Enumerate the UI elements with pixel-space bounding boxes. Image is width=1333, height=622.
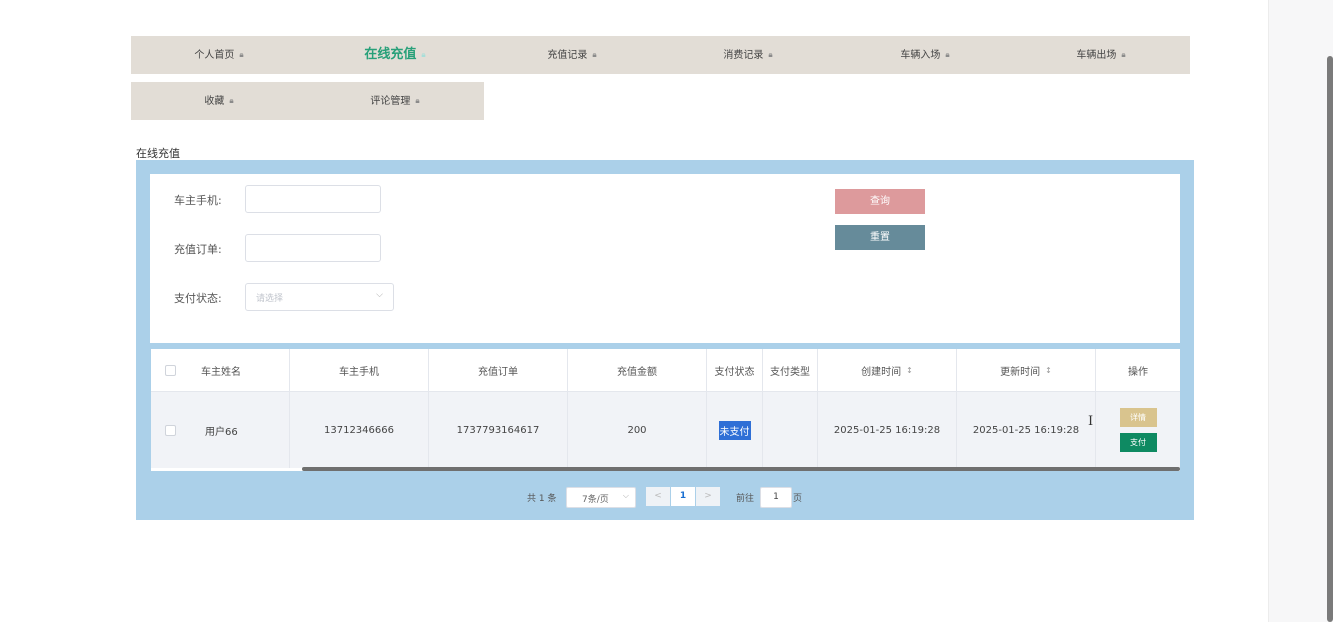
nav-item-label: 在线充值 bbox=[364, 47, 417, 62]
recharge-table: 车主姓名 车主手机 充值订单 充值金额 支付状态 支付类型 创建时间 ↕ 更新时间… bbox=[151, 349, 1180, 471]
payment-status-select[interactable]: 请选择 ⌵ bbox=[245, 283, 394, 311]
recharge-order-input[interactable] bbox=[245, 234, 381, 262]
cell-payment-type bbox=[763, 392, 818, 468]
nav-item-label: 评论管理 bbox=[370, 96, 411, 107]
top-nav-row-2: 收藏 🔒︎ 评论管理 🔒︎ bbox=[131, 82, 484, 120]
page-size-select[interactable]: 7条/页 ⌵ bbox=[566, 487, 636, 508]
select-all-checkbox[interactable] bbox=[164, 364, 176, 376]
lock-icon: 🔒︎ bbox=[945, 50, 950, 59]
col-header-payment-status: 支付状态 bbox=[707, 349, 763, 391]
reset-button[interactable]: 重置 bbox=[835, 225, 925, 250]
col-header-owner-phone: 车主手机 bbox=[290, 349, 429, 391]
chevron-down-icon: ⌵ bbox=[622, 491, 629, 500]
owner-phone-input[interactable] bbox=[245, 185, 381, 213]
cell-created-time: 2025-01-25 16:19:28 bbox=[818, 392, 957, 468]
row-select-cell bbox=[151, 392, 189, 468]
nav-item-label: 消费记录 bbox=[723, 50, 764, 61]
lock-icon: 🔒︎ bbox=[1121, 50, 1126, 59]
col-header-payment-type: 支付类型 bbox=[763, 349, 818, 391]
content-panel: 车主手机: 充值订单: 支付状态: 请选择 ⌵ 查询 重置 车主姓名 车主手机 … bbox=[136, 160, 1194, 520]
lock-icon: 🔒︎ bbox=[768, 50, 773, 59]
lock-icon: 🔒︎ bbox=[415, 96, 420, 105]
text-cursor-icon: I bbox=[1088, 414, 1094, 429]
col-header-recharge-order: 充值订单 bbox=[429, 349, 568, 391]
chevron-down-icon: ⌵ bbox=[376, 290, 383, 300]
prev-page-button[interactable]: < bbox=[646, 487, 670, 506]
cell-owner-phone: 13712346666 bbox=[290, 392, 429, 468]
nav-item-recharge-records[interactable]: 充值记录 🔒︎ bbox=[484, 36, 660, 74]
cell-recharge-amount: 200 bbox=[568, 392, 707, 468]
chevron-left-icon: < bbox=[654, 491, 662, 501]
detail-button[interactable]: 详情 bbox=[1119, 408, 1157, 427]
row-checkbox[interactable] bbox=[164, 424, 176, 436]
lock-icon: 🔒︎ bbox=[421, 50, 426, 59]
nav-item-home[interactable]: 个人首页 🔒︎ bbox=[131, 36, 307, 74]
nav-item-label: 车辆出场 bbox=[1076, 50, 1117, 61]
cell-owner-name: 用户66 bbox=[189, 392, 290, 468]
lock-icon: 🔒︎ bbox=[239, 50, 244, 59]
pagination-total: 共 1 条 bbox=[527, 494, 557, 504]
cell-payment-status: 未支付 bbox=[707, 392, 763, 468]
owner-phone-label: 车主手机: bbox=[174, 194, 222, 207]
select-all-cell bbox=[151, 349, 189, 391]
col-header-label: 更新时间 bbox=[1000, 366, 1041, 378]
nav-item-comment-management[interactable]: 评论管理 🔒︎ bbox=[307, 82, 483, 120]
payment-status-label: 支付状态: bbox=[174, 292, 222, 305]
col-header-label: 创建时间 bbox=[861, 366, 902, 378]
table-horizontal-scrollbar[interactable] bbox=[302, 467, 1180, 471]
col-header-recharge-amount: 充值金额 bbox=[568, 349, 707, 391]
search-button[interactable]: 查询 bbox=[835, 189, 925, 214]
nav-item-favorites[interactable]: 收藏 🔒︎ bbox=[131, 82, 307, 120]
search-form: 车主手机: 充值订单: 支付状态: 请选择 ⌵ 查询 重置 bbox=[150, 174, 1180, 343]
sort-icon[interactable]: ↕ bbox=[906, 366, 913, 375]
recharge-order-label: 充值订单: bbox=[174, 243, 222, 256]
nav-item-label: 车辆入场 bbox=[900, 50, 941, 61]
col-header-updated-time[interactable]: 更新时间 ↕ bbox=[957, 349, 1096, 391]
chevron-right-icon: > bbox=[704, 491, 712, 501]
status-badge: 未支付 bbox=[718, 420, 751, 440]
cell-updated-time: 2025-01-25 16:19:28 bbox=[957, 392, 1096, 468]
col-header-created-time[interactable]: 创建时间 ↕ bbox=[818, 349, 957, 391]
nav-item-consumption-records[interactable]: 消费记录 🔒︎ bbox=[660, 36, 836, 74]
window-scrollbar-thumb[interactable] bbox=[1327, 56, 1333, 622]
table-header: 车主姓名 车主手机 充值订单 充值金额 支付状态 支付类型 创建时间 ↕ 更新时间… bbox=[151, 349, 1180, 392]
goto-page-input[interactable]: 1 bbox=[760, 487, 792, 508]
table-row: 用户66 13712346666 1737793164617 200 未支付 2… bbox=[151, 392, 1180, 468]
pay-button[interactable]: 支付 bbox=[1119, 433, 1157, 452]
nav-item-vehicle-exit[interactable]: 车辆出场 🔒︎ bbox=[1013, 36, 1189, 74]
pagination: 共 1 条 7条/页 ⌵ < 1 > 前往 1 页 bbox=[136, 487, 1194, 508]
sort-icon[interactable]: ↕ bbox=[1045, 366, 1052, 375]
top-nav-row-1: 个人首页 🔒︎ 在线充值 🔒︎ 充值记录 🔒︎ 消费记录 🔒︎ 车辆入场 🔒︎ 车辆出场 🔒… bbox=[131, 36, 1190, 74]
page-size-value: 7条/页 bbox=[582, 495, 609, 505]
next-page-button[interactable]: > bbox=[696, 487, 720, 506]
nav-item-label: 个人首页 bbox=[194, 50, 235, 61]
page-unit-label: 页 bbox=[793, 494, 803, 504]
cell-actions: 详情 支付 bbox=[1096, 392, 1180, 468]
page-title: 在线充值 bbox=[136, 147, 180, 160]
nav-item-vehicle-entry[interactable]: 车辆入场 🔒︎ bbox=[837, 36, 1013, 74]
nav-item-label: 充值记录 bbox=[547, 50, 588, 61]
cell-recharge-order: 1737793164617 bbox=[429, 392, 568, 468]
lock-icon: 🔒︎ bbox=[229, 96, 234, 105]
col-header-owner-name: 车主姓名 bbox=[189, 349, 290, 391]
page-number-current[interactable]: 1 bbox=[671, 487, 695, 506]
nav-item-label: 收藏 bbox=[204, 96, 225, 107]
nav-item-online-recharge[interactable]: 在线充值 🔒︎ bbox=[307, 36, 483, 74]
payment-status-placeholder: 请选择 bbox=[256, 294, 284, 304]
window-scrollbar-track[interactable] bbox=[1268, 0, 1333, 622]
goto-label: 前往 bbox=[736, 494, 755, 504]
col-header-actions: 操作 bbox=[1128, 366, 1148, 378]
lock-icon: 🔒︎ bbox=[592, 50, 597, 59]
